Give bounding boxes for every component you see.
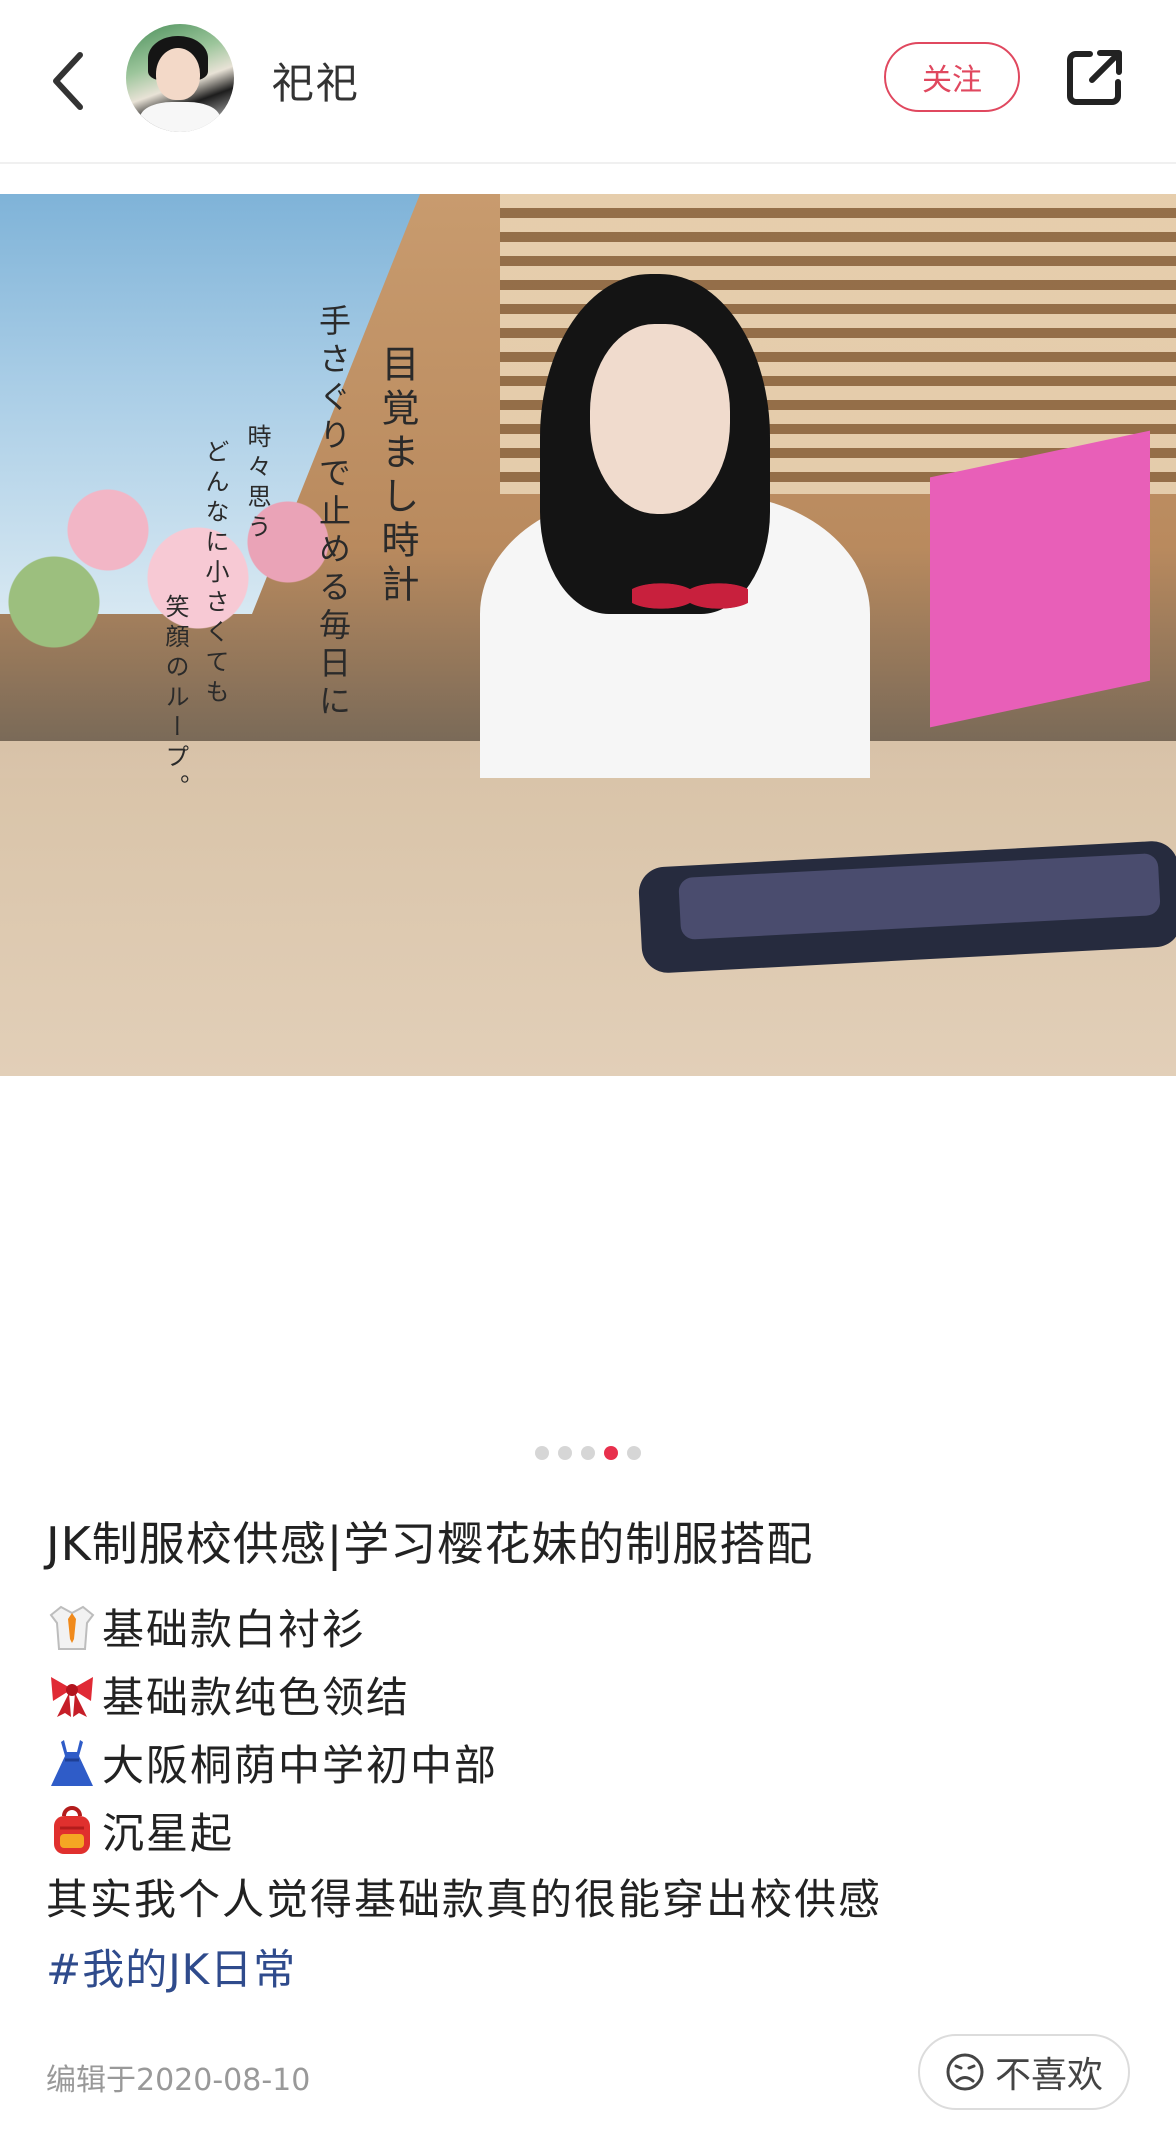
post-line: 大阪桐荫中学初中部: [46, 1732, 498, 1793]
post-line-text: 大阪桐荫中学初中部: [102, 1741, 499, 1790]
chevron-left-icon: [53, 52, 83, 110]
post-line: 沉星起: [46, 1800, 234, 1861]
avatar[interactable]: [126, 24, 234, 132]
post-note: 其实我个人觉得基础款真的很能穿出校供感: [46, 1875, 883, 1924]
carousel-indicator: [0, 1446, 1176, 1460]
dislike-button[interactable]: 不喜欢: [918, 2034, 1130, 2110]
carousel-dot-active: [604, 1446, 618, 1460]
dress-icon: [46, 1737, 98, 1789]
post-line-text: 基础款纯色领结: [102, 1673, 411, 1722]
overlay-text-line: 笑顔のループ。: [161, 594, 189, 804]
follow-button[interactable]: 关注: [884, 42, 1020, 112]
back-button[interactable]: [38, 46, 98, 116]
overlay-text-line: どんなに小さくても: [201, 439, 229, 709]
post-line-text: 沉星起: [102, 1809, 235, 1858]
overlay-text-line: 目覚まし時計: [375, 344, 419, 608]
username[interactable]: 祀祀: [272, 50, 360, 111]
carousel-dot: [627, 1446, 641, 1460]
backpack-icon: [46, 1805, 98, 1857]
post-line: 基础款白衬衫: [46, 1596, 366, 1657]
carousel-dot: [535, 1446, 549, 1460]
carousel-dot: [558, 1446, 572, 1460]
post-line: 基础款纯色领结: [46, 1664, 410, 1725]
dislike-label: 不喜欢: [994, 2055, 1103, 2096]
post-title: JK制服校供感|学习樱花妹的制服搭配: [46, 1517, 814, 1571]
post-line-text: 基础款白衬衫: [102, 1605, 367, 1654]
overlay-text-line: 時々思う: [243, 424, 271, 544]
ribbon-icon: [46, 1669, 98, 1721]
share-button[interactable]: [1064, 46, 1126, 108]
carousel-dot: [581, 1446, 595, 1460]
top-bar: 祀祀 关注: [0, 0, 1176, 164]
edited-date: 编辑于2020-08-10: [46, 2063, 311, 2098]
shirt-tie-icon: [46, 1601, 98, 1653]
sad-face-icon: [946, 2053, 984, 2091]
hashtag-link[interactable]: #我的JK日常: [46, 1936, 296, 1997]
share-icon: [1067, 50, 1122, 105]
post-image[interactable]: 目覚まし時計 手さぐりで止める毎日に 時々思う どんなに小さくても 笑顔のループ…: [0, 194, 1176, 1076]
overlay-text-line: 手さぐりで止める毎日に: [314, 304, 352, 722]
